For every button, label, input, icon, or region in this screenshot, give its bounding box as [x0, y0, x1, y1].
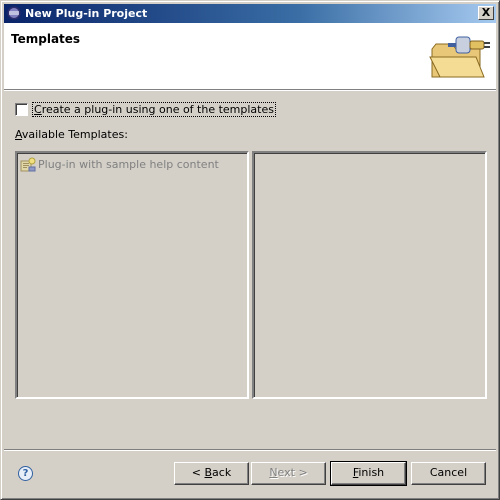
template-label: Plug-in with sample help content: [38, 158, 219, 171]
footer-separator-highlight: [4, 450, 496, 451]
plugin-template-icon: [20, 157, 36, 172]
mnemonic-c: C: [34, 103, 42, 116]
banner-separator-highlight: [4, 90, 496, 91]
dialog-window: New Plug-in Project X Templates Create a…: [0, 0, 500, 500]
eclipse-icon: [7, 6, 21, 20]
finish-button[interactable]: Finish: [330, 461, 407, 486]
window-title: New Plug-in Project: [25, 7, 148, 20]
next-button[interactable]: Next >: [251, 462, 326, 485]
finish-label-rest: inish: [358, 466, 385, 479]
wizard-banner: Templates: [4, 23, 496, 89]
close-button[interactable]: X: [478, 6, 494, 20]
available-templates-label-text: vailable Templates:: [21, 128, 128, 141]
back-button[interactable]: < Back: [174, 462, 249, 485]
template-description-panel: [252, 151, 487, 399]
use-template-label-text: reate a plug-in using one of the templat…: [41, 103, 274, 116]
title-bar[interactable]: New Plug-in Project X: [4, 4, 496, 23]
plugin-folder-icon: [429, 36, 490, 78]
use-template-label[interactable]: Create a plug-in using one of the templa…: [32, 102, 276, 117]
templates-list[interactable]: Plug-in with sample help content: [15, 151, 249, 399]
cancel-button[interactable]: Cancel: [411, 462, 486, 485]
mnemonic-a: A: [15, 128, 22, 141]
page-title: Templates: [11, 32, 81, 46]
mnemonic-n: N: [269, 466, 278, 479]
use-template-checkbox[interactable]: [15, 103, 28, 116]
next-label-rest: ext >: [277, 466, 308, 479]
back-label-rest: ack: [212, 466, 232, 479]
back-prefix: <: [191, 466, 205, 479]
mnemonic-b: B: [204, 466, 213, 479]
help-icon[interactable]: ?: [18, 466, 33, 481]
available-templates-label: Available Templates:: [15, 128, 128, 141]
